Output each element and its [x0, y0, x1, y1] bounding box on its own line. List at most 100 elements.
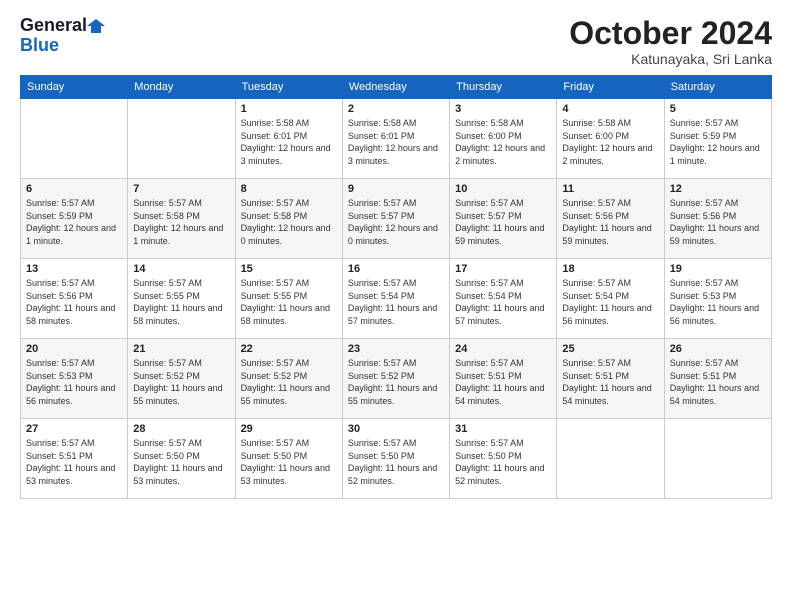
day-info: Sunrise: 5:57 AMSunset: 5:58 PMDaylight:… — [241, 197, 337, 247]
day-number: 14 — [133, 263, 229, 275]
day-cell-2-1: 14 Sunrise: 5:57 AMSunset: 5:55 PMDayligh… — [128, 259, 235, 339]
day-number: 20 — [26, 343, 122, 355]
header-thursday: Thursday — [450, 76, 557, 99]
day-info: Sunrise: 5:57 AMSunset: 5:55 PMDaylight:… — [241, 277, 337, 327]
day-number: 25 — [562, 343, 658, 355]
day-info: Sunrise: 5:57 AMSunset: 5:54 PMDaylight:… — [562, 277, 658, 327]
day-cell-3-1: 21 Sunrise: 5:57 AMSunset: 5:52 PMDayligh… — [128, 339, 235, 419]
day-cell-0-2: 1 Sunrise: 5:58 AMSunset: 6:01 PMDaylight… — [235, 99, 342, 179]
day-number: 30 — [348, 423, 444, 435]
location: Katunayaka, Sri Lanka — [569, 51, 772, 67]
day-cell-3-6: 26Sunrise: 5:57 AMSunset: 5:51 PMDayligh… — [664, 339, 771, 419]
day-cell-1-1: 7Sunrise: 5:57 AMSunset: 5:58 PMDaylight… — [128, 179, 235, 259]
logo-bird-icon — [87, 17, 105, 35]
day-number: 19 — [670, 263, 766, 275]
day-cell-4-6 — [664, 419, 771, 499]
day-cell-2-6: 19 Sunrise: 5:57 AMSunset: 5:53 PMDayligh… — [664, 259, 771, 339]
day-cell-1-0: 6 Sunrise: 5:57 AMSunset: 5:59 PMDaylight… — [21, 179, 128, 259]
day-info: Sunrise: 5:57 AMSunset: 5:52 PMDaylight:… — [348, 357, 444, 407]
day-number: 6 — [26, 183, 122, 195]
day-number: 22 — [241, 343, 337, 355]
day-cell-4-0: 27 Sunrise: 5:57 AMSunset: 5:51 PMDayligh… — [21, 419, 128, 499]
day-info: Sunrise: 5:57 AMSunset: 5:52 PMDaylight:… — [133, 357, 229, 407]
day-number: 28 — [133, 423, 229, 435]
day-number: 8 — [241, 183, 337, 195]
title-block: October 2024 Katunayaka, Sri Lanka — [569, 16, 772, 67]
day-info: Sunrise: 5:57 AMSunset: 5:55 PMDaylight:… — [133, 277, 229, 327]
day-number: 10 — [455, 183, 551, 195]
day-number: 31 — [455, 423, 551, 435]
day-info: Sunrise: 5:57 AMSunset: 5:54 PMDaylight:… — [455, 277, 551, 327]
day-info: Sunrise: 5:57 AMSunset: 5:59 PMDaylight:… — [26, 197, 122, 247]
day-number: 1 — [241, 103, 337, 115]
day-cell-4-1: 28 Sunrise: 5:57 AMSunset: 5:50 PMDayligh… — [128, 419, 235, 499]
day-info: Sunrise: 5:57 AMSunset: 5:51 PMDaylight:… — [455, 357, 551, 407]
week-row-2: 13Sunrise: 5:57 AMSunset: 5:56 PMDayligh… — [21, 259, 772, 339]
day-cell-0-5: 4 Sunrise: 5:58 AMSunset: 6:00 PMDaylight… — [557, 99, 664, 179]
day-cell-2-3: 16 Sunrise: 5:57 AMSunset: 5:54 PMDayligh… — [342, 259, 449, 339]
day-cell-0-6: 5Sunrise: 5:57 AMSunset: 5:59 PMDaylight… — [664, 99, 771, 179]
day-cell-2-0: 13Sunrise: 5:57 AMSunset: 5:56 PMDayligh… — [21, 259, 128, 339]
header-monday: Monday — [128, 76, 235, 99]
day-number: 12 — [670, 183, 766, 195]
header-saturday: Saturday — [664, 76, 771, 99]
day-cell-1-5: 11Sunrise: 5:57 AMSunset: 5:56 PMDayligh… — [557, 179, 664, 259]
day-cell-3-2: 22 Sunrise: 5:57 AMSunset: 5:52 PMDayligh… — [235, 339, 342, 419]
day-cell-0-3: 2 Sunrise: 5:58 AMSunset: 6:01 PMDaylight… — [342, 99, 449, 179]
day-cell-2-2: 15Sunrise: 5:57 AMSunset: 5:55 PMDayligh… — [235, 259, 342, 339]
day-number: 24 — [455, 343, 551, 355]
day-cell-2-4: 17 Sunrise: 5:57 AMSunset: 5:54 PMDayligh… — [450, 259, 557, 339]
day-number: 26 — [670, 343, 766, 355]
day-info: Sunrise: 5:58 AMSunset: 6:00 PMDaylight:… — [455, 117, 551, 167]
day-cell-1-3: 9 Sunrise: 5:57 AMSunset: 5:57 PMDaylight… — [342, 179, 449, 259]
day-info: Sunrise: 5:57 AMSunset: 5:53 PMDaylight:… — [670, 277, 766, 327]
day-cell-0-4: 3 Sunrise: 5:58 AMSunset: 6:00 PMDaylight… — [450, 99, 557, 179]
day-info: Sunrise: 5:57 AMSunset: 5:51 PMDaylight:… — [562, 357, 658, 407]
day-cell-4-4: 31 Sunrise: 5:57 AMSunset: 5:50 PMDayligh… — [450, 419, 557, 499]
day-info: Sunrise: 5:58 AMSunset: 6:01 PMDaylight:… — [241, 117, 337, 167]
header-friday: Friday — [557, 76, 664, 99]
day-cell-4-5 — [557, 419, 664, 499]
logo-blue: Blue — [20, 36, 59, 56]
day-number: 16 — [348, 263, 444, 275]
logo-general: General — [20, 16, 87, 36]
day-number: 21 — [133, 343, 229, 355]
day-number: 27 — [26, 423, 122, 435]
day-info: Sunrise: 5:57 AMSunset: 5:53 PMDaylight:… — [26, 357, 122, 407]
header-sunday: Sunday — [21, 76, 128, 99]
day-cell-0-1 — [128, 99, 235, 179]
day-info: Sunrise: 5:57 AMSunset: 5:57 PMDaylight:… — [348, 197, 444, 247]
day-info: Sunrise: 5:58 AMSunset: 6:00 PMDaylight:… — [562, 117, 658, 167]
day-cell-3-4: 24 Sunrise: 5:57 AMSunset: 5:51 PMDayligh… — [450, 339, 557, 419]
day-info: Sunrise: 5:57 AMSunset: 5:56 PMDaylight:… — [670, 197, 766, 247]
day-number: 4 — [562, 103, 658, 115]
day-info: Sunrise: 5:57 AMSunset: 5:51 PMDaylight:… — [26, 437, 122, 487]
logo: General Blue — [20, 16, 105, 56]
page: General Blue October 2024 Katunayaka, Sr… — [0, 0, 792, 612]
day-cell-4-2: 29Sunrise: 5:57 AMSunset: 5:50 PMDayligh… — [235, 419, 342, 499]
day-number: 3 — [455, 103, 551, 115]
day-number: 23 — [348, 343, 444, 355]
day-cell-1-2: 8 Sunrise: 5:57 AMSunset: 5:58 PMDaylight… — [235, 179, 342, 259]
day-info: Sunrise: 5:57 AMSunset: 5:52 PMDaylight:… — [241, 357, 337, 407]
day-info: Sunrise: 5:57 AMSunset: 5:57 PMDaylight:… — [455, 197, 551, 247]
day-number: 2 — [348, 103, 444, 115]
calendar-table: Sunday Monday Tuesday Wednesday Thursday… — [20, 75, 772, 499]
month-title: October 2024 — [569, 16, 772, 51]
day-cell-3-3: 23 Sunrise: 5:57 AMSunset: 5:52 PMDayligh… — [342, 339, 449, 419]
day-info: Sunrise: 5:57 AMSunset: 5:50 PMDaylight:… — [241, 437, 337, 487]
day-cell-0-0 — [21, 99, 128, 179]
day-info: Sunrise: 5:57 AMSunset: 5:56 PMDaylight:… — [562, 197, 658, 247]
day-number: 9 — [348, 183, 444, 195]
week-row-1: 6 Sunrise: 5:57 AMSunset: 5:59 PMDaylight… — [21, 179, 772, 259]
day-info: Sunrise: 5:57 AMSunset: 5:59 PMDaylight:… — [670, 117, 766, 167]
day-number: 17 — [455, 263, 551, 275]
day-info: Sunrise: 5:58 AMSunset: 6:01 PMDaylight:… — [348, 117, 444, 167]
header-wednesday: Wednesday — [342, 76, 449, 99]
day-cell-1-6: 12 Sunrise: 5:57 AMSunset: 5:56 PMDayligh… — [664, 179, 771, 259]
day-info: Sunrise: 5:57 AMSunset: 5:54 PMDaylight:… — [348, 277, 444, 327]
day-info: Sunrise: 5:57 AMSunset: 5:50 PMDaylight:… — [133, 437, 229, 487]
day-number: 7 — [133, 183, 229, 195]
day-info: Sunrise: 5:57 AMSunset: 5:50 PMDaylight:… — [455, 437, 551, 487]
day-cell-1-4: 10 Sunrise: 5:57 AMSunset: 5:57 PMDayligh… — [450, 179, 557, 259]
